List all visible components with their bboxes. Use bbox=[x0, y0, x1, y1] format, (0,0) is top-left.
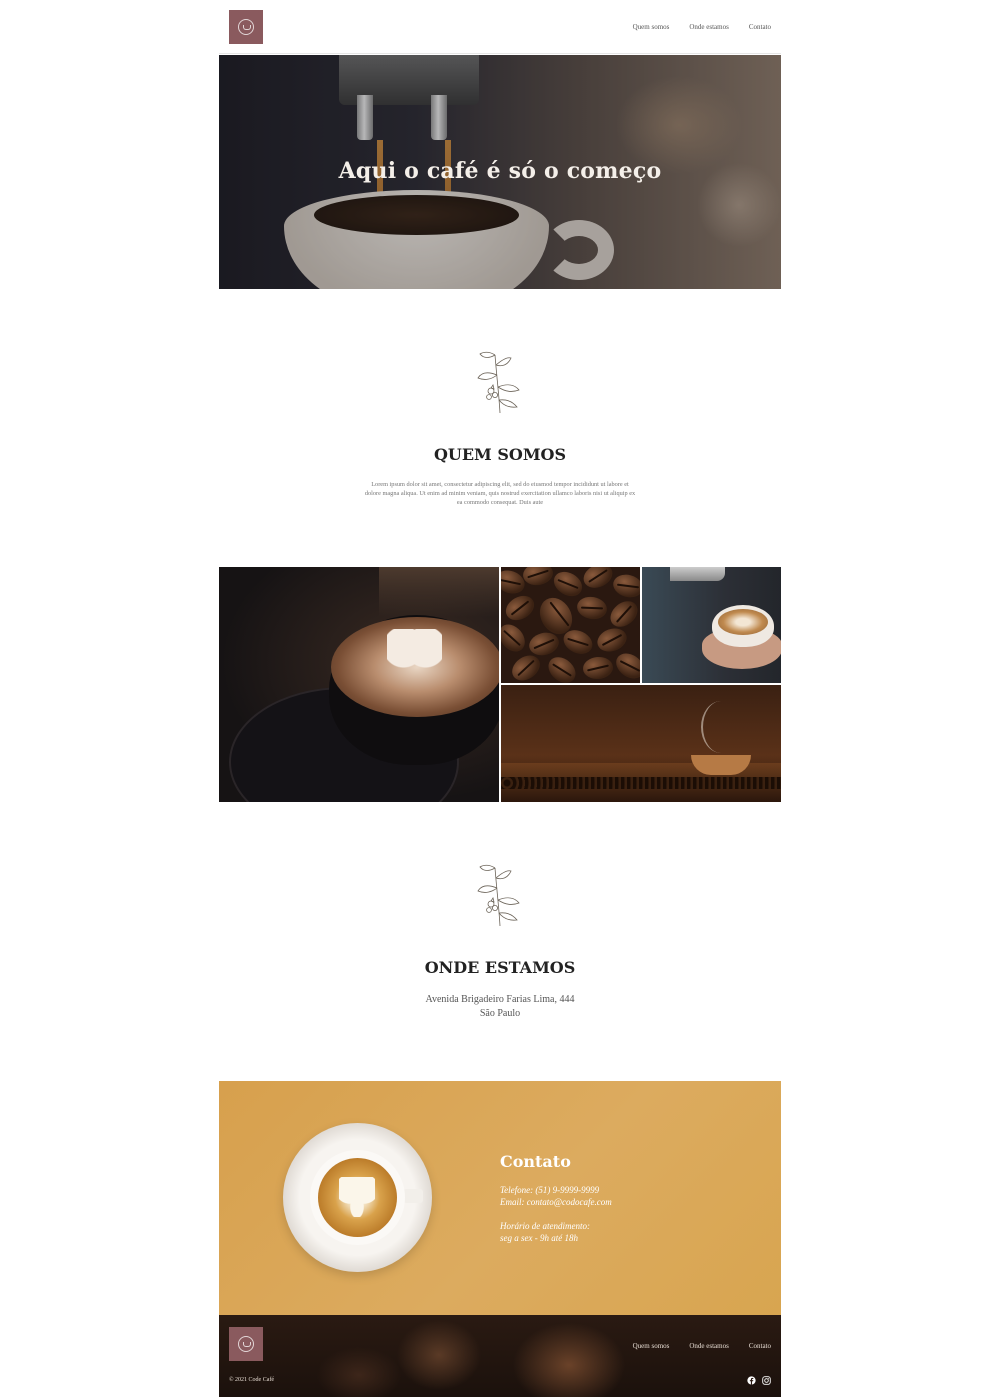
bean bbox=[501, 590, 539, 626]
coffee-cup-logo-icon bbox=[238, 1336, 254, 1352]
copyright: © 2021 Code Café bbox=[229, 1377, 275, 1383]
photo-light bbox=[379, 567, 499, 617]
gallery-latte-art-photo bbox=[219, 567, 499, 802]
about-title: QUEM SOMOS bbox=[433, 445, 567, 464]
bean bbox=[575, 594, 609, 622]
gallery-latte-pour-photo bbox=[642, 567, 781, 683]
photo-gallery bbox=[219, 567, 781, 802]
footer-logo[interactable] bbox=[229, 1327, 263, 1361]
bean bbox=[582, 655, 614, 681]
about-text: Lorem ipsum dolor sit amet, consectetur … bbox=[364, 481, 636, 506]
photo-steam bbox=[701, 701, 741, 753]
contact-latte-art bbox=[339, 1177, 375, 1217]
footer-link-onde-estamos[interactable]: Onde estamos bbox=[689, 1342, 728, 1350]
bean bbox=[521, 567, 555, 588]
page: Quem somos Onde estamos Contato Aqui o c… bbox=[219, 0, 781, 1397]
social-links bbox=[747, 1376, 771, 1385]
photo-milk-pitcher bbox=[670, 567, 725, 581]
address-city: São Paulo bbox=[479, 1008, 521, 1019]
photo-latte-art bbox=[387, 629, 442, 689]
hero-title: Aqui o café é só o começo bbox=[338, 158, 662, 184]
contact-section: Contato Telefone: (51) 9-9999-9999 Email… bbox=[219, 1081, 781, 1315]
footer: Quem somos Onde estamos Contato © 2021 C… bbox=[219, 1315, 781, 1397]
contact-hours: seg a sex - 9h até 18h bbox=[500, 1233, 578, 1243]
nav-link-quem-somos[interactable]: Quem somos bbox=[633, 23, 670, 31]
bean bbox=[610, 571, 640, 601]
photo-beans bbox=[501, 777, 781, 789]
contact-title: Contato bbox=[500, 1152, 571, 1171]
coffee-branch-icon bbox=[477, 864, 520, 927]
bean bbox=[579, 567, 617, 593]
photo-latte bbox=[718, 609, 768, 635]
main-nav: Quem somos Onde estamos Contato bbox=[633, 23, 771, 31]
logo[interactable] bbox=[229, 10, 263, 44]
contact-email[interactable]: Email: contato@codocafe.com bbox=[500, 1197, 612, 1207]
location-title: ONDE ESTAMOS bbox=[424, 958, 576, 977]
bean bbox=[549, 567, 587, 602]
facebook-icon[interactable] bbox=[747, 1376, 756, 1385]
footer-link-quem-somos[interactable]: Quem somos bbox=[633, 1342, 670, 1350]
address: Avenida Brigadeiro Farias Lima, 444 São … bbox=[219, 993, 781, 1021]
gallery-steaming-cup-photo bbox=[501, 685, 781, 802]
contact-hours-label: Horário de atendimento: bbox=[500, 1221, 590, 1231]
bean bbox=[605, 595, 640, 633]
contact-phone[interactable]: Telefone: (51) 9-9999-9999 bbox=[500, 1185, 599, 1195]
contact-cup-handle bbox=[403, 1189, 423, 1203]
footer-link-contato[interactable]: Contato bbox=[749, 1342, 771, 1350]
coffee-cup-logo-icon bbox=[238, 19, 254, 35]
instagram-icon[interactable] bbox=[762, 1376, 771, 1385]
coffee-branch-icon bbox=[477, 351, 520, 414]
bean bbox=[543, 651, 581, 683]
bean bbox=[611, 648, 640, 683]
footer-nav: Quem somos Onde estamos Contato bbox=[633, 1342, 771, 1350]
bean bbox=[501, 619, 531, 657]
header: Quem somos Onde estamos Contato bbox=[219, 0, 781, 54]
nav-link-onde-estamos[interactable]: Onde estamos bbox=[689, 23, 728, 31]
nav-link-contato[interactable]: Contato bbox=[749, 23, 771, 31]
hero-banner: Aqui o café é só o começo bbox=[219, 55, 781, 289]
address-street: Avenida Brigadeiro Farias Lima, 444 bbox=[425, 994, 575, 1005]
bean bbox=[594, 624, 630, 656]
gallery-coffee-beans-photo bbox=[501, 567, 640, 683]
